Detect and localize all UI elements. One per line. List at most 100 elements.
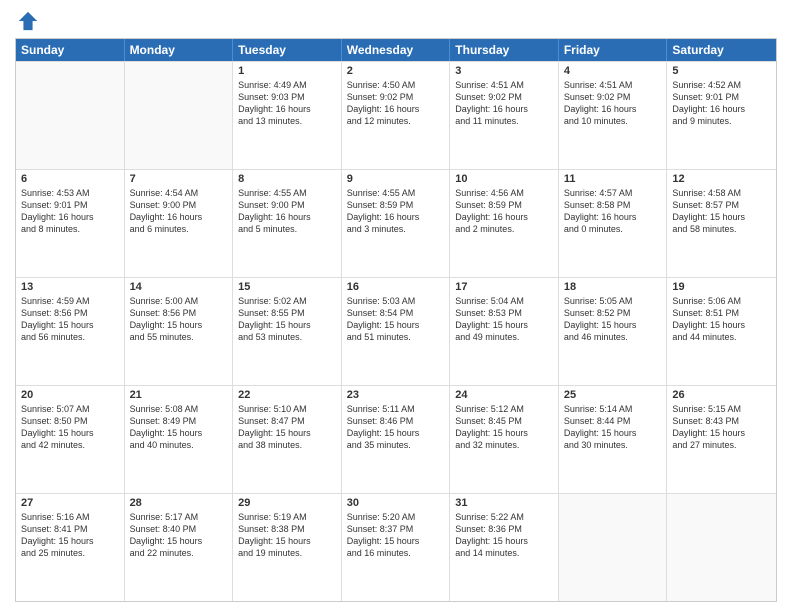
- weekday-header-tuesday: Tuesday: [233, 39, 342, 61]
- day-number: 10: [455, 173, 553, 185]
- day-cell-29: 29 Sunrise: 5:19 AM Sunset: 8:38 PM Dayli…: [233, 494, 342, 601]
- weekday-header-wednesday: Wednesday: [342, 39, 451, 61]
- day-cell-8: 8 Sunrise: 4:55 AM Sunset: 9:00 PM Daylig…: [233, 170, 342, 277]
- day-cell-13: 13Sunrise: 4:59 AM Sunset: 8:56 PM Dayli…: [16, 278, 125, 385]
- empty-cell-4-6: [667, 494, 776, 601]
- day-number: 6: [21, 173, 119, 185]
- day-cell-30: 30 Sunrise: 5:20 AM Sunset: 8:37 PM Dayli…: [342, 494, 451, 601]
- day-info: Sunrise: 4:55 AM Sunset: 9:00 PM Dayligh…: [238, 187, 336, 236]
- calendar-header: SundayMondayTuesdayWednesdayThursdayFrid…: [16, 39, 776, 61]
- day-number: 31: [455, 497, 553, 509]
- day-info: Sunrise: 4:50 AM Sunset: 9:02 PM Dayligh…: [347, 79, 445, 128]
- logo: [15, 10, 39, 32]
- day-number: 22: [238, 389, 336, 401]
- week-row-2: 6 Sunrise: 4:53 AM Sunset: 9:01 PM Daylig…: [16, 169, 776, 277]
- day-info: Sunrise: 4:51 AM Sunset: 9:02 PM Dayligh…: [564, 79, 662, 128]
- day-number: 16: [347, 281, 445, 293]
- day-info: Sunrise: 5:06 AM Sunset: 8:51 PM Dayligh…: [672, 295, 771, 344]
- day-cell-21: 21 Sunrise: 5:08 AM Sunset: 8:49 PM Dayli…: [125, 386, 234, 493]
- empty-cell-0-0: [16, 62, 125, 169]
- day-cell-2: 2Sunrise: 4:50 AM Sunset: 9:02 PM Daylig…: [342, 62, 451, 169]
- day-info: Sunrise: 5:03 AM Sunset: 8:54 PM Dayligh…: [347, 295, 445, 344]
- day-number: 1: [238, 65, 336, 77]
- calendar: SundayMondayTuesdayWednesdayThursdayFrid…: [15, 38, 777, 602]
- header: [15, 10, 777, 32]
- day-number: 29: [238, 497, 336, 509]
- day-cell-28: 28 Sunrise: 5:17 AM Sunset: 8:40 PM Dayli…: [125, 494, 234, 601]
- day-cell-19: 19 Sunrise: 5:06 AM Sunset: 8:51 PM Dayli…: [667, 278, 776, 385]
- day-number: 17: [455, 281, 553, 293]
- day-info: Sunrise: 4:53 AM Sunset: 9:01 PM Dayligh…: [21, 187, 119, 236]
- day-cell-4: 4 Sunrise: 4:51 AM Sunset: 9:02 PM Daylig…: [559, 62, 668, 169]
- day-cell-17: 17 Sunrise: 5:04 AM Sunset: 8:53 PM Dayli…: [450, 278, 559, 385]
- day-number: 28: [130, 497, 228, 509]
- calendar-body: 1 Sunrise: 4:49 AM Sunset: 9:03 PM Daylig…: [16, 61, 776, 601]
- day-number: 23: [347, 389, 445, 401]
- day-number: 26: [672, 389, 771, 401]
- day-number: 14: [130, 281, 228, 293]
- day-number: 19: [672, 281, 771, 293]
- logo-icon: [17, 10, 39, 32]
- day-cell-12: 12 Sunrise: 4:58 AM Sunset: 8:57 PM Dayli…: [667, 170, 776, 277]
- day-cell-3: 3 Sunrise: 4:51 AM Sunset: 9:02 PM Daylig…: [450, 62, 559, 169]
- day-info: Sunrise: 4:57 AM Sunset: 8:58 PM Dayligh…: [564, 187, 662, 236]
- day-cell-25: 25 Sunrise: 5:14 AM Sunset: 8:44 PM Dayli…: [559, 386, 668, 493]
- day-cell-20: 20Sunrise: 5:07 AM Sunset: 8:50 PM Dayli…: [16, 386, 125, 493]
- day-cell-7: 7Sunrise: 4:54 AM Sunset: 9:00 PM Daylig…: [125, 170, 234, 277]
- day-number: 21: [130, 389, 228, 401]
- week-row-3: 13Sunrise: 4:59 AM Sunset: 8:56 PM Dayli…: [16, 277, 776, 385]
- day-cell-6: 6 Sunrise: 4:53 AM Sunset: 9:01 PM Daylig…: [16, 170, 125, 277]
- day-info: Sunrise: 5:14 AM Sunset: 8:44 PM Dayligh…: [564, 403, 662, 452]
- empty-cell-4-5: [559, 494, 668, 601]
- weekday-header-thursday: Thursday: [450, 39, 559, 61]
- day-number: 11: [564, 173, 662, 185]
- day-info: Sunrise: 5:15 AM Sunset: 8:43 PM Dayligh…: [672, 403, 771, 452]
- day-cell-1: 1 Sunrise: 4:49 AM Sunset: 9:03 PM Daylig…: [233, 62, 342, 169]
- day-info: Sunrise: 4:58 AM Sunset: 8:57 PM Dayligh…: [672, 187, 771, 236]
- day-cell-31: 31 Sunrise: 5:22 AM Sunset: 8:36 PM Dayli…: [450, 494, 559, 601]
- day-number: 5: [672, 65, 771, 77]
- day-info: Sunrise: 5:19 AM Sunset: 8:38 PM Dayligh…: [238, 511, 336, 560]
- weekday-header-monday: Monday: [125, 39, 234, 61]
- day-cell-24: 24Sunrise: 5:12 AM Sunset: 8:45 PM Dayli…: [450, 386, 559, 493]
- week-row-5: 27 Sunrise: 5:16 AM Sunset: 8:41 PM Dayli…: [16, 493, 776, 601]
- day-number: 4: [564, 65, 662, 77]
- day-number: 24: [455, 389, 553, 401]
- weekday-header-sunday: Sunday: [16, 39, 125, 61]
- day-number: 3: [455, 65, 553, 77]
- day-number: 27: [21, 497, 119, 509]
- day-number: 12: [672, 173, 771, 185]
- day-info: Sunrise: 5:10 AM Sunset: 8:47 PM Dayligh…: [238, 403, 336, 452]
- day-info: Sunrise: 5:04 AM Sunset: 8:53 PM Dayligh…: [455, 295, 553, 344]
- day-info: Sunrise: 5:17 AM Sunset: 8:40 PM Dayligh…: [130, 511, 228, 560]
- day-cell-14: 14Sunrise: 5:00 AM Sunset: 8:56 PM Dayli…: [125, 278, 234, 385]
- day-info: Sunrise: 5:22 AM Sunset: 8:36 PM Dayligh…: [455, 511, 553, 560]
- day-cell-18: 18Sunrise: 5:05 AM Sunset: 8:52 PM Dayli…: [559, 278, 668, 385]
- day-info: Sunrise: 5:07 AM Sunset: 8:50 PM Dayligh…: [21, 403, 119, 452]
- day-info: Sunrise: 4:51 AM Sunset: 9:02 PM Dayligh…: [455, 79, 553, 128]
- week-row-4: 20Sunrise: 5:07 AM Sunset: 8:50 PM Dayli…: [16, 385, 776, 493]
- day-number: 15: [238, 281, 336, 293]
- day-info: Sunrise: 4:55 AM Sunset: 8:59 PM Dayligh…: [347, 187, 445, 236]
- day-number: 8: [238, 173, 336, 185]
- day-number: 13: [21, 281, 119, 293]
- day-info: Sunrise: 4:54 AM Sunset: 9:00 PM Dayligh…: [130, 187, 228, 236]
- day-cell-15: 15 Sunrise: 5:02 AM Sunset: 8:55 PM Dayli…: [233, 278, 342, 385]
- day-info: Sunrise: 4:49 AM Sunset: 9:03 PM Dayligh…: [238, 79, 336, 128]
- week-row-1: 1 Sunrise: 4:49 AM Sunset: 9:03 PM Daylig…: [16, 61, 776, 169]
- day-info: Sunrise: 5:16 AM Sunset: 8:41 PM Dayligh…: [21, 511, 119, 560]
- day-info: Sunrise: 5:08 AM Sunset: 8:49 PM Dayligh…: [130, 403, 228, 452]
- day-cell-16: 16 Sunrise: 5:03 AM Sunset: 8:54 PM Dayli…: [342, 278, 451, 385]
- day-info: Sunrise: 5:11 AM Sunset: 8:46 PM Dayligh…: [347, 403, 445, 452]
- day-cell-23: 23 Sunrise: 5:11 AM Sunset: 8:46 PM Dayli…: [342, 386, 451, 493]
- day-cell-26: 26 Sunrise: 5:15 AM Sunset: 8:43 PM Dayli…: [667, 386, 776, 493]
- day-number: 9: [347, 173, 445, 185]
- day-info: Sunrise: 5:20 AM Sunset: 8:37 PM Dayligh…: [347, 511, 445, 560]
- day-cell-27: 27 Sunrise: 5:16 AM Sunset: 8:41 PM Dayli…: [16, 494, 125, 601]
- day-number: 30: [347, 497, 445, 509]
- page: SundayMondayTuesdayWednesdayThursdayFrid…: [0, 0, 792, 612]
- day-number: 25: [564, 389, 662, 401]
- day-info: Sunrise: 5:02 AM Sunset: 8:55 PM Dayligh…: [238, 295, 336, 344]
- day-cell-22: 22 Sunrise: 5:10 AM Sunset: 8:47 PM Dayli…: [233, 386, 342, 493]
- day-info: Sunrise: 4:56 AM Sunset: 8:59 PM Dayligh…: [455, 187, 553, 236]
